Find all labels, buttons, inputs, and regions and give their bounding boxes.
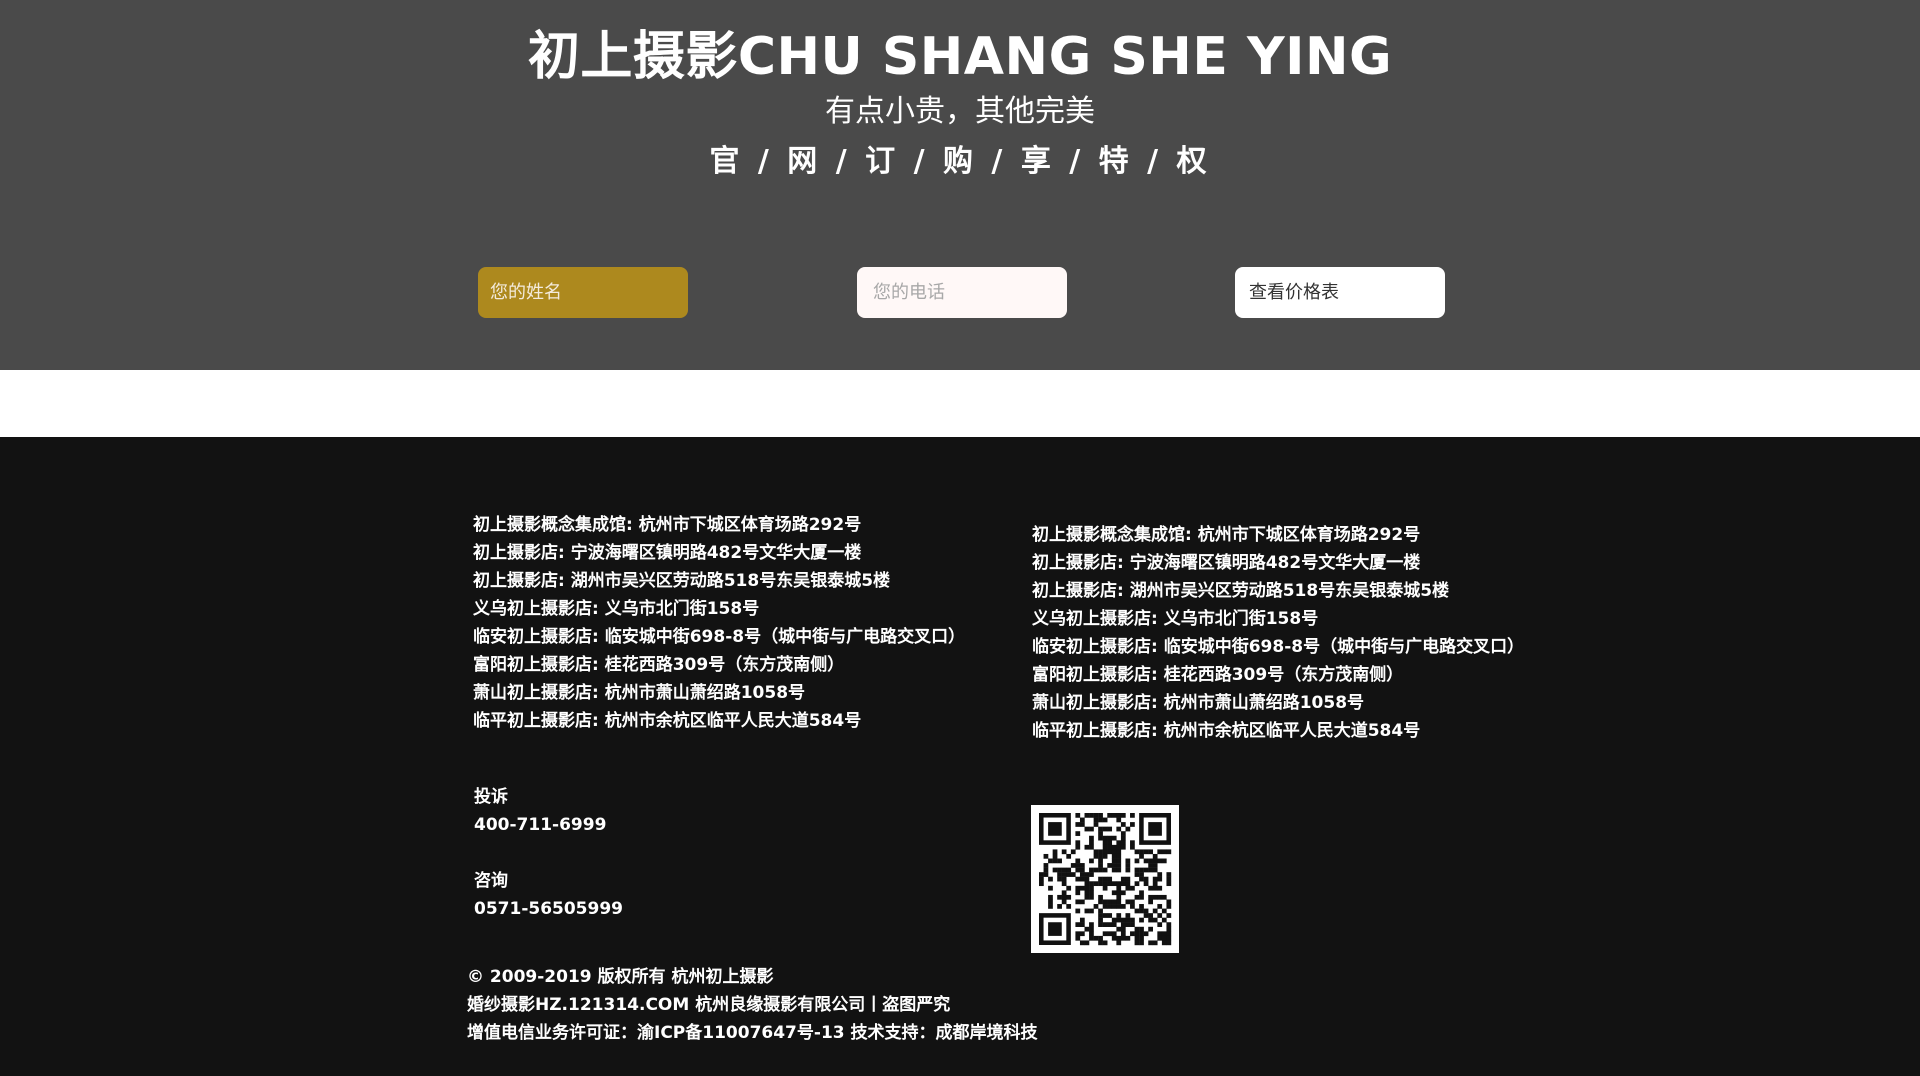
page: 初上摄影CHU SHANG SHE YING 有点小贵，其他完美 官 / 网 /… [0, 0, 1920, 1076]
qr-code-icon [1031, 805, 1179, 953]
address-item: 义乌初上摄影店: 义乌市北门街158号 [1032, 609, 1319, 629]
hero-section: 初上摄影CHU SHANG SHE YING 有点小贵，其他完美 官 / 网 /… [0, 0, 1920, 370]
address-item: 初上摄影店: 湖州市吴兴区劳动路518号东吴银泰城5楼 [1032, 581, 1450, 601]
address-item: 临安初上摄影店: 临安城中街698-8号（城中街与广电路交叉口） [1032, 637, 1525, 657]
address-item: 富阳初上摄影店: 桂花西路309号（东方茂南侧） [473, 655, 845, 675]
hero-title: 初上摄影CHU SHANG SHE YING [527, 27, 1393, 87]
address-item: 初上摄影店: 宁波海曙区镇明路482号文华大厦一楼 [1032, 553, 1421, 573]
address-item: 临平初上摄影店: 杭州市余杭区临平人民大道584号 [1032, 721, 1421, 741]
hero-privilege: 官 / 网 / 订 / 购 / 享 / 特 / 权 [709, 144, 1211, 179]
address-item: 初上摄影店: 湖州市吴兴区劳动路518号东吴银泰城5楼 [473, 571, 891, 591]
consult-phone: 0571-56505999 [474, 899, 623, 919]
address-item: 初上摄影概念集成馆: 杭州市下城区体育场路292号 [473, 515, 862, 535]
address-item: 义乌初上摄影店: 义乌市北门街158号 [473, 599, 760, 619]
copyright-line: © 2009-2019 版权所有 杭州初上摄影 [467, 967, 774, 987]
address-item: 临平初上摄影店: 杭州市余杭区临平人民大道584号 [473, 711, 862, 731]
copyright-line: 婚纱摄影HZ.121314.COM 杭州良缘摄影有限公司丨盗图严究 [467, 995, 951, 1015]
name-input[interactable] [478, 267, 688, 318]
complaint-label: 投诉 [474, 787, 508, 807]
consult-label: 咨询 [474, 871, 508, 891]
complaint-phone: 400-711-6999 [474, 815, 607, 835]
hero-slogan: 有点小贵，其他完美 [825, 94, 1095, 129]
phone-input[interactable] [857, 267, 1067, 318]
address-item: 临安初上摄影店: 临安城中街698-8号（城中街与广电路交叉口） [473, 627, 966, 647]
copyright-block: © 2009-2019 版权所有 杭州初上摄影 婚纱摄影HZ.121314.CO… [467, 963, 1038, 1047]
consult-contact: 咨询 0571-56505999 [474, 867, 623, 923]
complaint-contact: 投诉 400-711-6999 [474, 783, 606, 839]
address-item: 初上摄影店: 宁波海曙区镇明路482号文华大厦一楼 [473, 543, 862, 563]
address-item: 初上摄影概念集成馆: 杭州市下城区体育场路292号 [1032, 525, 1421, 545]
address-item: 富阳初上摄影店: 桂花西路309号（东方茂南侧） [1032, 665, 1404, 685]
address-item: 萧山初上摄影店: 杭州市萧山萧绍路1058号 [473, 683, 806, 703]
address-list-left: 初上摄影概念集成馆: 杭州市下城区体育场路292号 初上摄影店: 宁波海曙区镇明… [473, 511, 965, 735]
view-price-list-button[interactable]: 查看价格表 [1235, 267, 1445, 318]
address-item: 萧山初上摄影店: 杭州市萧山萧绍路1058号 [1032, 693, 1365, 713]
footer: 初上摄影概念集成馆: 杭州市下城区体育场路292号 初上摄影店: 宁波海曙区镇明… [0, 437, 1920, 1076]
white-divider-strip [0, 370, 1920, 437]
copyright-line: 增值电信业务许可证：渝ICP备11007647号-13 技术支持：成都岸境科技 [467, 1023, 1038, 1043]
address-list-right: 初上摄影概念集成馆: 杭州市下城区体育场路292号 初上摄影店: 宁波海曙区镇明… [1032, 521, 1524, 745]
